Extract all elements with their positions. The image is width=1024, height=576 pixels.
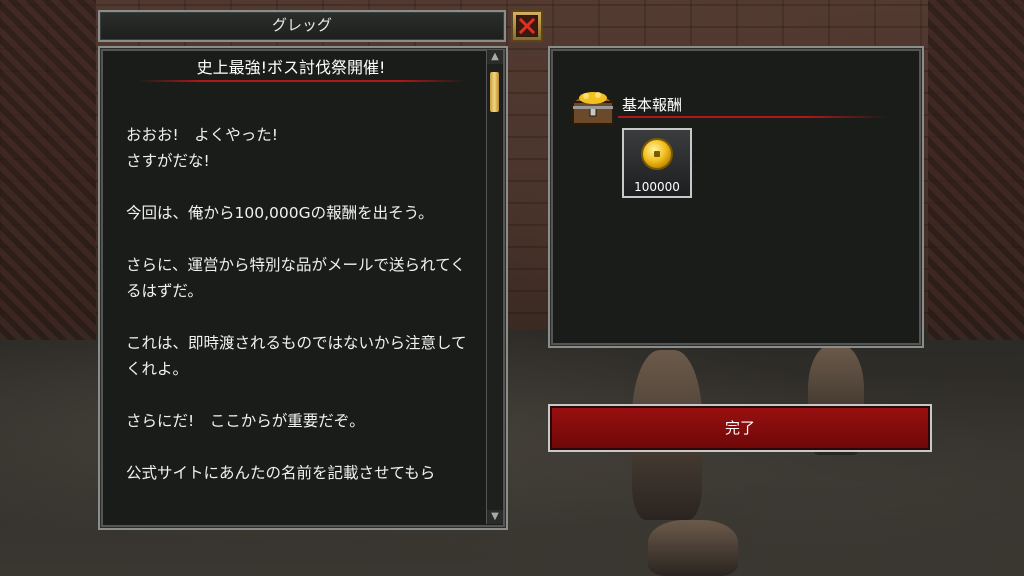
reward-title: 基本報酬 bbox=[622, 96, 683, 114]
heading-divider bbox=[136, 80, 466, 82]
close-button[interactable] bbox=[511, 10, 543, 42]
reward-divider bbox=[618, 116, 888, 118]
close-icon bbox=[516, 15, 538, 37]
dialog-text-panel: 史上最強!ボス討伐祭開催! おおお! よくやった! さすがだな! 今回は、俺から… bbox=[98, 46, 508, 530]
background-pillar-right bbox=[928, 0, 1024, 340]
scroll-thumb[interactable] bbox=[490, 72, 499, 112]
treasure-chest-icon bbox=[570, 84, 616, 128]
npc-name: グレッグ bbox=[271, 16, 332, 34]
complete-button[interactable]: 完了 bbox=[548, 404, 932, 452]
dialog-title-bar: グレッグ bbox=[98, 10, 506, 42]
background-pillar-left bbox=[0, 0, 96, 340]
background-character bbox=[648, 520, 738, 576]
reward-panel: 基本報酬 100000 bbox=[548, 46, 924, 348]
reward-item-slot[interactable]: 100000 bbox=[622, 128, 692, 198]
gold-coin-icon bbox=[641, 138, 673, 170]
dialog-scrollbar[interactable]: ▲ ▼ bbox=[486, 50, 503, 524]
scroll-down-arrow-icon[interactable]: ▼ bbox=[487, 510, 503, 524]
scroll-up-arrow-icon[interactable]: ▲ bbox=[487, 50, 503, 64]
reward-item-quantity: 100000 bbox=[634, 180, 680, 194]
dialog-heading: 史上最強!ボス討伐祭開催! bbox=[196, 58, 386, 77]
dialog-body-text: おおお! よくやった! さすがだな! 今回は、俺から100,000Gの報酬を出そ… bbox=[126, 126, 467, 482]
